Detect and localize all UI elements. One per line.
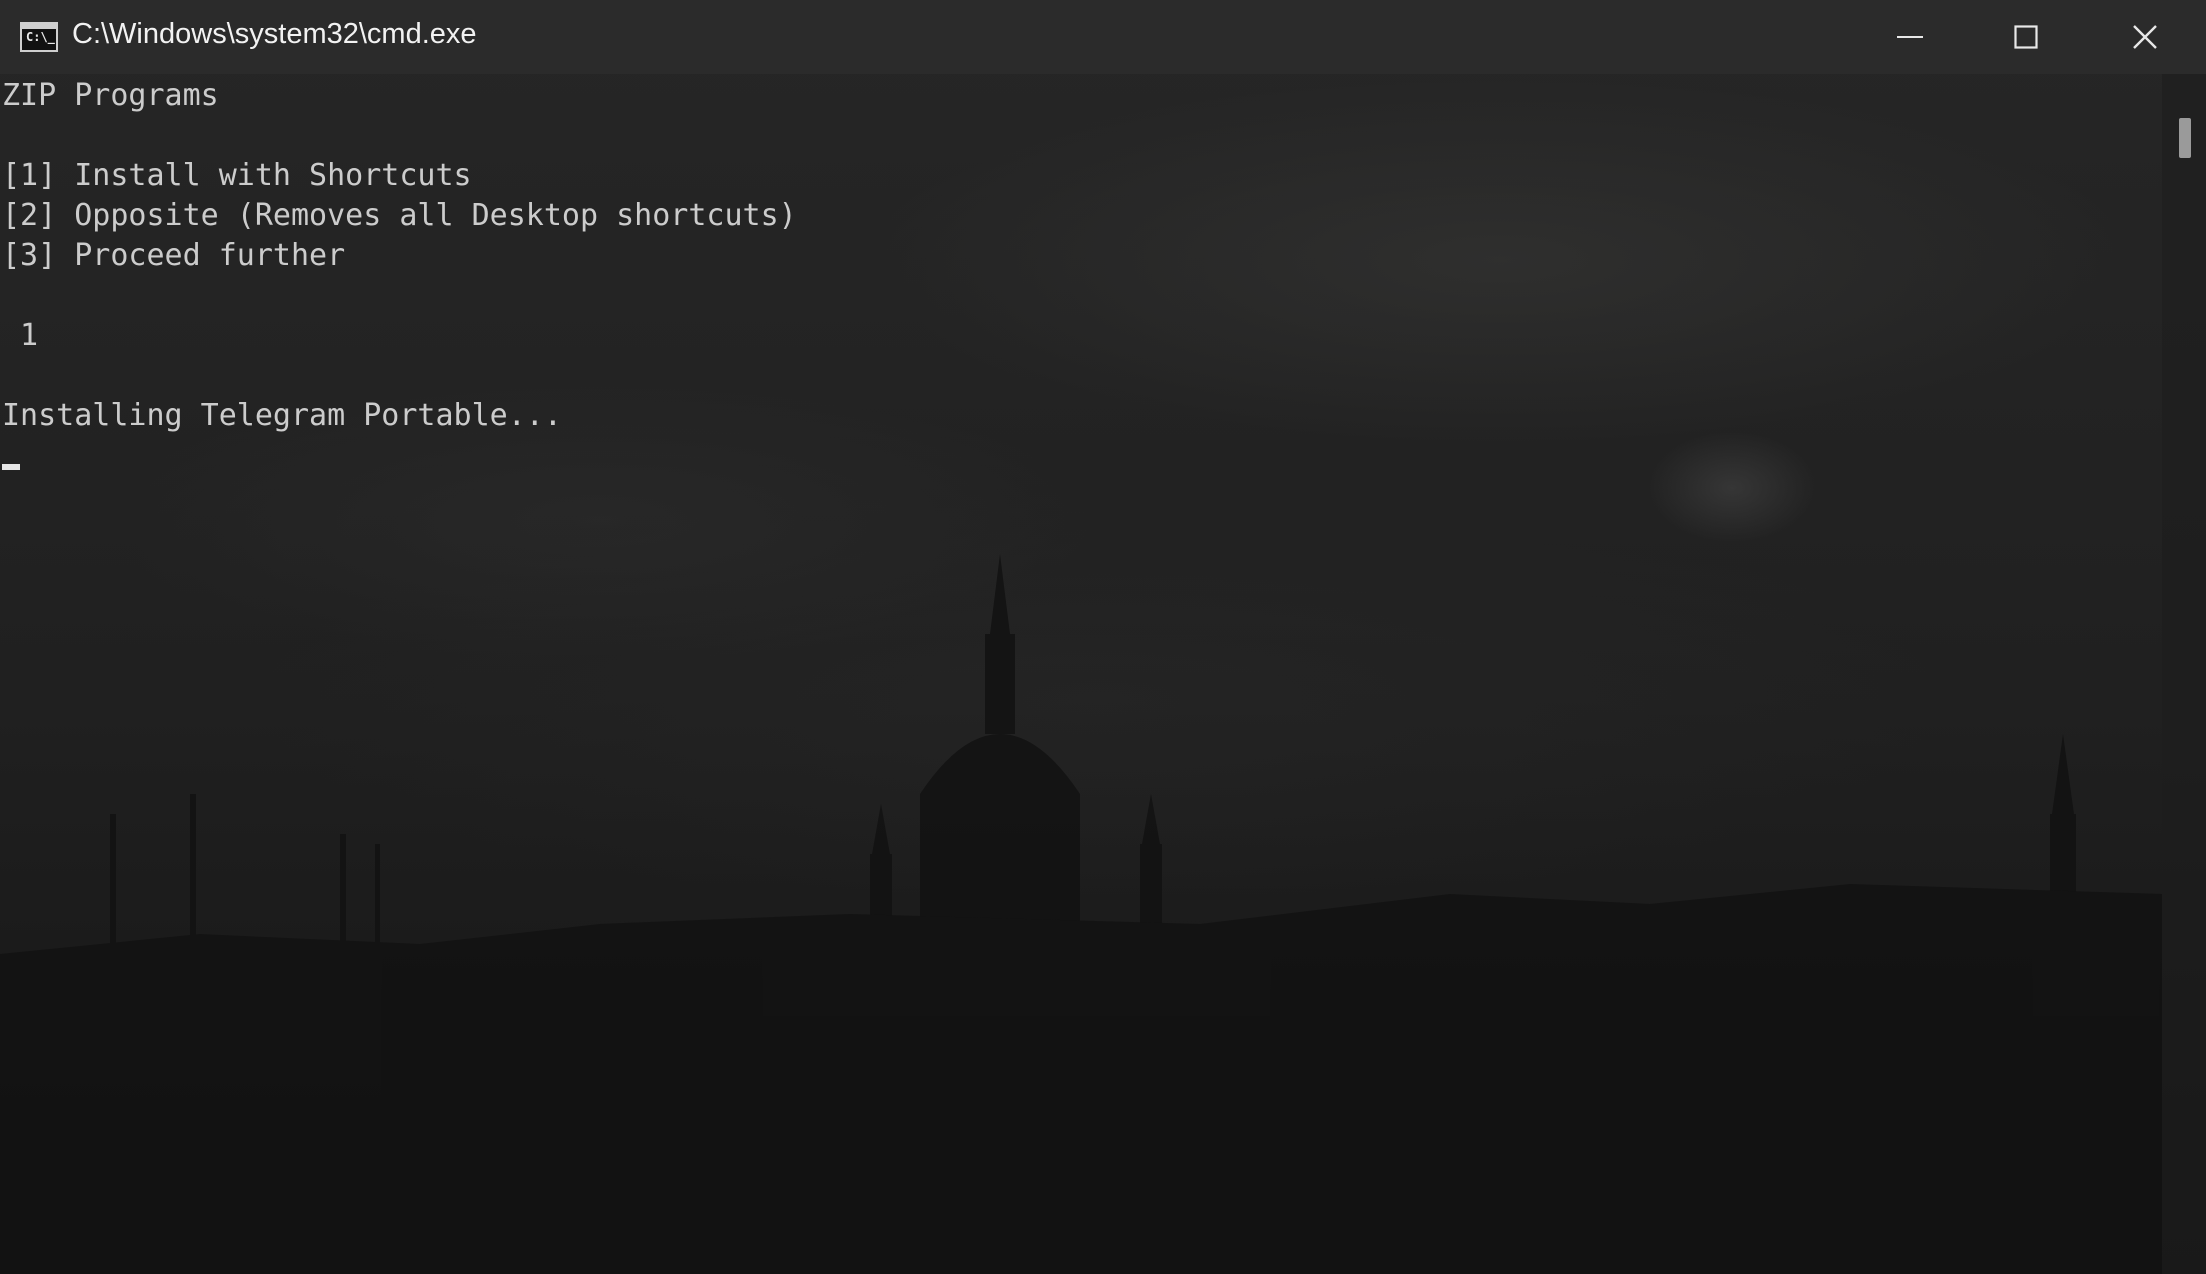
cmd-icon: C:\_ — [20, 22, 58, 52]
menu-option-3: [3] Proceed further — [2, 238, 346, 273]
minimize-button[interactable] — [1852, 0, 1968, 74]
close-icon — [2133, 25, 2157, 49]
menu-option-2: [2] Opposite (Removes all Desktop shortc… — [2, 198, 797, 233]
close-button[interactable] — [2084, 0, 2206, 74]
minimize-icon — [1897, 36, 1923, 38]
scroll-thumb[interactable] — [2179, 118, 2191, 158]
cmd-window: C:\_ C:\Windows\system32\cmd.exe ZIP Pro… — [0, 0, 2206, 1274]
user-input: 1 — [2, 318, 39, 353]
maximize-button[interactable] — [1968, 0, 2084, 74]
window-title: C:\Windows\system32\cmd.exe — [72, 18, 477, 50]
maximize-icon — [2014, 25, 2038, 49]
console-heading: ZIP Programs — [2, 78, 219, 113]
text-cursor — [2, 464, 20, 470]
status-message: Installing Telegram Portable... — [2, 398, 562, 433]
console-output[interactable]: ZIP Programs [1] Install with Shortcuts … — [0, 74, 2162, 1274]
menu-option-1: [1] Install with Shortcuts — [2, 158, 472, 193]
vertical-scrollbar[interactable] — [2162, 74, 2206, 1274]
title-bar[interactable]: C:\_ C:\Windows\system32\cmd.exe — [0, 0, 2206, 74]
